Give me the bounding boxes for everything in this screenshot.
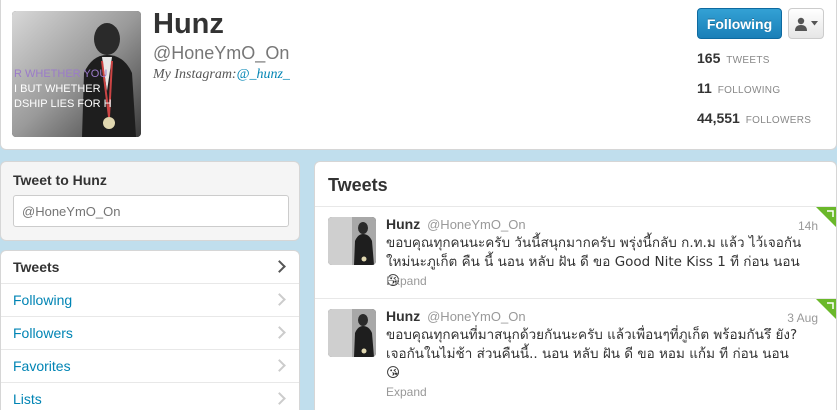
tweet-to-box: Tweet to Hunz xyxy=(0,161,300,241)
tweet-item[interactable]: Hunz @HoneYmO_On 3 Aug ขอบคุณทุกคนที่มาส… xyxy=(315,299,836,410)
tweet-header: Hunz @HoneYmO_On xyxy=(386,308,526,324)
tweet-avatar-photo xyxy=(328,217,376,265)
profile-stats: 165 TWEETS 11 FOLLOWING 44,551 FOLLOWERS xyxy=(697,50,811,140)
stat-tweets[interactable]: 165 TWEETS xyxy=(697,50,811,80)
tweet-author-name[interactable]: Hunz xyxy=(386,308,420,324)
tweet-to-title: Tweet to Hunz xyxy=(13,172,107,188)
chevron-right-icon xyxy=(273,392,287,406)
person-icon xyxy=(795,17,807,31)
tweet-header: Hunz @HoneYmO_On xyxy=(386,216,526,232)
profile-screen-name: @HoneYmO_On xyxy=(153,43,290,63)
tweets-panel-title: Tweets xyxy=(315,162,836,207)
tweet-expand-link[interactable]: Expand xyxy=(386,274,427,288)
nav-item-following[interactable]: Following xyxy=(1,284,299,317)
green-corner-flag-icon xyxy=(816,207,836,227)
tweet-timestamp[interactable]: 3 Aug xyxy=(787,311,818,325)
tweet-avatar[interactable] xyxy=(328,309,376,357)
nav-item-label: Following xyxy=(13,292,73,308)
bio-prefix: My Instagram: xyxy=(153,67,237,82)
tweet-avatar-photo xyxy=(328,309,376,357)
stat-following-count: 11 xyxy=(697,80,712,96)
avatar-text-2: I BUT WHETHER xyxy=(14,83,101,95)
user-actions-dropdown-button[interactable] xyxy=(788,8,824,39)
stat-followers-label: FOLLOWERS xyxy=(745,115,812,126)
bio-instagram-link[interactable]: @_hunz_ xyxy=(237,67,290,82)
tweet-expand-link[interactable]: Expand xyxy=(386,385,427,399)
profile-card: R WHETHER YOU I BUT WHETHER DSHIP LIES F… xyxy=(0,0,837,150)
profile-avatar[interactable]: R WHETHER YOU I BUT WHETHER DSHIP LIES F… xyxy=(12,11,141,137)
green-corner-flag-icon xyxy=(816,299,836,319)
avatar-text-3: DSHIP LIES FOR H xyxy=(14,98,112,110)
nav-item-label: Lists xyxy=(13,391,42,407)
stat-followers[interactable]: 44,551 FOLLOWERS xyxy=(697,110,811,140)
nav-item-label: Favorites xyxy=(13,358,71,374)
tweet-to-input[interactable] xyxy=(13,195,289,227)
chevron-right-icon xyxy=(273,293,287,307)
tweet-author-handle[interactable]: @HoneYmO_On xyxy=(427,217,525,232)
tweet-author-name[interactable]: Hunz xyxy=(386,216,420,232)
tweet-text: ขอบคุณทุกคนนะครับ วันนี้สนุกมากครับ พรุ่… xyxy=(386,235,802,289)
chevron-right-icon xyxy=(273,260,287,274)
tweet-avatar[interactable] xyxy=(328,217,376,265)
stat-tweets-label: TWEETS xyxy=(726,55,770,66)
nav-item-tweets[interactable]: Tweets xyxy=(1,251,299,284)
tweet-author-handle[interactable]: @HoneYmO_On xyxy=(427,309,525,324)
profile-bio: My Instagram:@_hunz_ xyxy=(153,67,290,83)
nav-item-label: Followers xyxy=(13,325,73,341)
nav-item-lists[interactable]: Lists xyxy=(1,383,299,410)
stat-tweets-count: 165 xyxy=(697,50,721,66)
profile-photo: R WHETHER YOU I BUT WHETHER DSHIP LIES F… xyxy=(12,11,141,137)
tweet-timestamp[interactable]: 14h xyxy=(798,219,818,233)
tweet-text: ขอบคุณทุกคนที่มาสนุกด้วยกันนะครับ แล้วเพ… xyxy=(386,327,798,381)
profile-nav: Tweets Following Followers Favorites Lis… xyxy=(0,250,300,410)
stat-followers-count: 44,551 xyxy=(697,110,740,126)
tweet-item[interactable]: Hunz @HoneYmO_On 14h ขอบคุณทุกคนนะครับ ว… xyxy=(315,207,836,299)
following-button[interactable]: Following xyxy=(697,8,782,39)
chevron-right-icon xyxy=(273,326,287,340)
nav-item-favorites[interactable]: Favorites xyxy=(1,350,299,383)
stat-following[interactable]: 11 FOLLOWING xyxy=(697,80,811,110)
nav-item-label: Tweets xyxy=(13,259,60,275)
nav-item-followers[interactable]: Followers xyxy=(1,317,299,350)
chevron-right-icon xyxy=(273,359,287,373)
profile-display-name: Hunz xyxy=(153,8,224,40)
avatar-text-1: R WHETHER YOU xyxy=(14,68,107,80)
stat-following-label: FOLLOWING xyxy=(717,85,781,96)
tweets-panel: Tweets Hunz @HoneYmO_On 14h ขอบคุณทุกคนน… xyxy=(314,161,837,410)
caret-down-icon xyxy=(811,21,818,26)
